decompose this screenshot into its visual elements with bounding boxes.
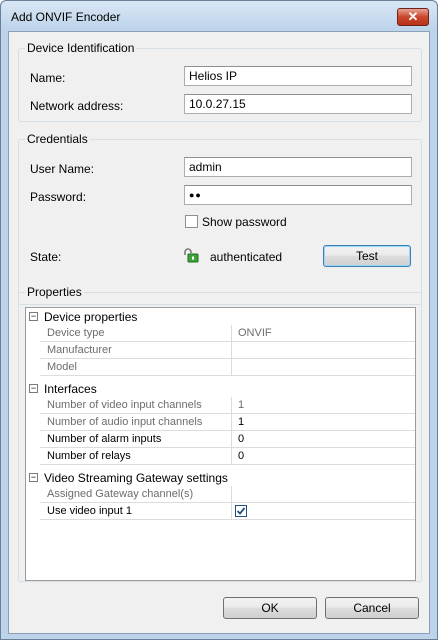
- property-value[interactable]: 0: [232, 431, 415, 448]
- use-video-input-checkbox[interactable]: [235, 505, 247, 517]
- show-password-label[interactable]: Show password: [202, 215, 287, 229]
- credentials-title: Credentials: [25, 132, 90, 146]
- network-address-label: Network address:: [30, 99, 124, 113]
- property-value[interactable]: 0: [232, 448, 415, 465]
- cancel-button[interactable]: Cancel: [325, 597, 419, 619]
- category-label: Device properties: [44, 310, 138, 324]
- category-device-properties[interactable]: − Device properties: [26, 308, 415, 325]
- credentials-group: Credentials User Name: admin Password: ●…: [18, 132, 422, 305]
- user-name-label: User Name:: [30, 162, 95, 176]
- password-field[interactable]: ●●: [184, 185, 412, 205]
- property-row[interactable]: Number of alarm inputs 0: [26, 431, 415, 448]
- property-name: Model: [40, 359, 232, 376]
- property-name: Number of alarm inputs: [40, 431, 232, 448]
- category-label: Interfaces: [44, 382, 97, 396]
- property-row[interactable]: Assigned Gateway channel(s): [26, 486, 415, 503]
- device-identification-group: Device Identification Name: Helios IP Ne…: [18, 41, 422, 122]
- property-name: Device type: [40, 325, 232, 342]
- collapse-icon[interactable]: −: [29, 384, 38, 393]
- property-value: [232, 359, 415, 376]
- property-name: Assigned Gateway channel(s): [40, 486, 232, 503]
- properties-group: Properties − Device properties Device ty…: [18, 285, 422, 582]
- property-row[interactable]: Manufacturer: [26, 342, 415, 359]
- close-icon: ✕: [407, 9, 419, 24]
- authentication-state: authenticated: [210, 250, 283, 264]
- property-name: Number of video input channels: [40, 397, 232, 414]
- collapse-icon[interactable]: −: [29, 312, 38, 321]
- property-name: Manufacturer: [40, 342, 232, 359]
- property-value: [232, 342, 415, 359]
- collapse-icon[interactable]: −: [29, 473, 38, 482]
- window-title: Add ONVIF Encoder: [11, 10, 121, 24]
- property-value[interactable]: 1: [232, 414, 415, 431]
- category-interfaces[interactable]: − Interfaces: [26, 380, 415, 397]
- test-button[interactable]: Test: [323, 245, 411, 267]
- dialog-client-area: Device Identification Name: Helios IP Ne…: [8, 31, 430, 634]
- property-row[interactable]: Model: [26, 359, 415, 376]
- ok-button[interactable]: OK: [223, 597, 317, 619]
- network-address-field[interactable]: 10.0.27.15: [184, 94, 412, 114]
- unlocked-padlock-icon: [184, 248, 199, 263]
- property-name: Number of audio input channels: [40, 414, 232, 431]
- property-value: 1: [232, 397, 415, 414]
- title-bar[interactable]: Add ONVIF Encoder ✕: [1, 1, 437, 31]
- property-name: Use video input 1: [40, 503, 232, 520]
- close-button[interactable]: ✕: [397, 8, 429, 26]
- dialog-window: Add ONVIF Encoder ✕ Device Identificatio…: [0, 0, 438, 640]
- property-value: ONVIF: [232, 325, 415, 342]
- property-value[interactable]: [232, 503, 415, 520]
- password-label: Password:: [30, 190, 87, 204]
- category-vsg-settings[interactable]: − Video Streaming Gateway settings: [26, 469, 415, 486]
- checkmark-icon: [236, 507, 246, 515]
- properties-title: Properties: [25, 285, 84, 299]
- property-row[interactable]: Number of video input channels 1: [26, 397, 415, 414]
- category-label: Video Streaming Gateway settings: [44, 471, 228, 485]
- state-label: State:: [30, 250, 62, 264]
- property-name: Number of relays: [40, 448, 232, 465]
- show-password-checkbox[interactable]: [185, 215, 198, 228]
- property-grid[interactable]: − Device properties Device type ONVIF Ma…: [25, 307, 416, 581]
- name-label: Name:: [30, 71, 66, 85]
- name-field[interactable]: Helios IP: [184, 66, 412, 86]
- property-row[interactable]: Number of audio input channels 1: [26, 414, 415, 431]
- property-value: [232, 486, 415, 503]
- property-row[interactable]: Device type ONVIF: [26, 325, 415, 342]
- property-row[interactable]: Number of relays 0: [26, 448, 415, 465]
- user-name-field[interactable]: admin: [184, 157, 412, 177]
- device-identification-title: Device Identification: [25, 41, 137, 55]
- property-row[interactable]: Use video input 1: [26, 503, 415, 520]
